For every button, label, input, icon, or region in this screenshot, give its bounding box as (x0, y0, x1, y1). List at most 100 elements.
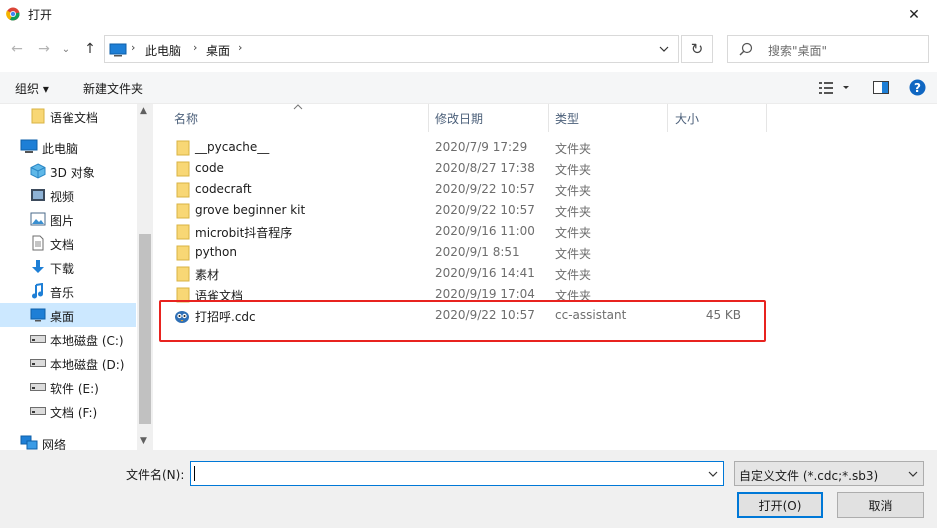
file-type-select[interactable]: 自定义文件 (*.cdc;*.sb3) (734, 461, 924, 486)
file-type: 文件夹 (555, 184, 592, 198)
file-date: 2020/9/22 10:57 (435, 308, 535, 322)
file-name: __pycache__ (195, 140, 270, 154)
scroll-up-icon[interactable]: ▲ (140, 106, 147, 116)
column-header-name[interactable]: 名称 (174, 104, 198, 132)
recent-locations-button[interactable]: ⌄ (59, 39, 73, 59)
sidebar-item-downloads[interactable]: 下载 (0, 255, 136, 279)
up-button[interactable]: ↑ (81, 39, 99, 59)
chevron-down-icon[interactable] (707, 467, 719, 481)
drive-icon (30, 407, 46, 415)
sidebar-item-drive-d[interactable]: 本地磁盘 (D:) (0, 351, 136, 375)
filename-input[interactable] (190, 461, 724, 486)
file-row[interactable]: 素材 2020/9/16 14:41 文件夹 (156, 263, 937, 284)
sidebar-item-network[interactable]: 网络 (0, 431, 136, 450)
sidebar-item-label: 本地磁盘 (C:) (50, 334, 124, 348)
column-header-date[interactable]: 修改日期 (435, 104, 483, 132)
refresh-button[interactable]: ↻ (681, 35, 713, 63)
sidebar-item-drive-c[interactable]: 本地磁盘 (C:) (0, 327, 136, 351)
column-header-type[interactable]: 类型 (555, 104, 579, 132)
file-date: 2020/7/9 17:29 (435, 140, 528, 154)
sidebar-scrollbar[interactable]: ▲ ▼ (137, 104, 153, 450)
drive-icon (30, 359, 46, 367)
sidebar-item-music[interactable]: 音乐 (0, 279, 136, 303)
file-type-value: 自定义文件 (*.cdc;*.sb3) (739, 469, 879, 483)
sidebar-item-label: 网络 (42, 438, 67, 450)
help-icon[interactable]: ? (909, 79, 926, 96)
computer-icon (109, 43, 127, 57)
file-type: 文件夹 (555, 142, 592, 156)
sidebar-item-label: 桌面 (50, 310, 75, 324)
file-row[interactable]: __pycache__ 2020/7/9 17:29 文件夹 (156, 137, 937, 158)
file-row[interactable]: code 2020/8/27 17:38 文件夹 (156, 158, 937, 179)
sidebar-item-desktop[interactable]: 桌面 (0, 303, 136, 327)
breadcrumb-separator: › (193, 41, 198, 54)
picture-icon (30, 212, 46, 226)
sidebar-item-label: 3D 对象 (50, 166, 95, 180)
folder-icon (176, 182, 190, 198)
scroll-down-icon[interactable]: ▼ (140, 436, 147, 446)
organize-button[interactable]: 组织 ▾ (15, 80, 49, 97)
music-icon (32, 283, 43, 299)
file-row[interactable]: microbit抖音程序 2020/9/16 11:00 文件夹 (156, 221, 937, 242)
navigation-pane: 语雀文档 此电脑 3D 对象 视频 图片 文档 下载 音乐 桌面 本地磁盘 (C… (0, 104, 153, 450)
new-folder-button[interactable]: 新建文件夹 (83, 80, 143, 97)
column-divider[interactable] (667, 104, 668, 132)
file-size: 45 KB (705, 308, 741, 322)
back-button[interactable]: ← (8, 39, 26, 59)
sidebar-item-documents[interactable]: 文档 (0, 231, 136, 255)
file-name: 素材 (195, 268, 220, 282)
file-date: 2020/9/22 10:57 (435, 182, 535, 196)
folder-icon (176, 140, 190, 156)
folder-icon (31, 108, 45, 124)
file-date: 2020/9/19 17:04 (435, 287, 535, 301)
sidebar-item-drive-f[interactable]: 文档 (F:) (0, 399, 136, 423)
view-options-icon[interactable] (819, 82, 849, 94)
text-caret (194, 466, 195, 481)
forward-button[interactable]: → (35, 39, 53, 59)
breadcrumb-desktop[interactable]: 桌面 (206, 42, 230, 59)
column-header-size[interactable]: 大小 (675, 104, 699, 132)
scrollbar-thumb[interactable] (139, 234, 151, 424)
chevron-down-icon: ⌄ (61, 43, 71, 55)
breadcrumb-this-pc[interactable]: 此电脑 (145, 42, 181, 59)
sidebar-item-yuque-docs[interactable]: 语雀文档 (0, 104, 136, 128)
file-name: 语雀文档 (195, 289, 244, 303)
cdc-file-icon (175, 311, 189, 323)
file-date: 2020/8/27 17:38 (435, 161, 535, 175)
file-row[interactable]: grove beginner kit 2020/9/22 10:57 文件夹 (156, 200, 937, 221)
file-row[interactable]: codecraft 2020/9/22 10:57 文件夹 (156, 179, 937, 200)
chevron-down-icon[interactable] (658, 42, 670, 56)
sidebar-item-3d-objects[interactable]: 3D 对象 (0, 159, 136, 183)
sidebar-item-label: 软件 (E:) (50, 382, 99, 396)
sidebar-item-videos[interactable]: 视频 (0, 183, 136, 207)
column-divider[interactable] (766, 104, 767, 132)
cancel-button[interactable]: 取消 (837, 492, 924, 518)
preview-pane-icon[interactable] (873, 81, 889, 94)
column-divider[interactable] (548, 104, 549, 132)
file-row[interactable]: 打招呼.cdc 2020/9/22 10:57 cc-assistant 45 … (156, 305, 937, 326)
column-divider[interactable] (428, 104, 429, 132)
computer-icon (20, 139, 38, 153)
search-box[interactable]: 搜索"桌面" (727, 35, 929, 63)
filename-label: 文件名(N): (126, 468, 185, 482)
address-bar[interactable]: › 此电脑 › 桌面 › (104, 35, 679, 63)
file-row[interactable]: python 2020/9/1 8:51 文件夹 (156, 242, 937, 263)
file-name: code (195, 161, 224, 175)
chevron-down-icon (908, 471, 918, 477)
close-button[interactable]: ✕ (891, 0, 937, 29)
svg-text:?: ? (914, 81, 921, 95)
sidebar-item-pictures[interactable]: 图片 (0, 207, 136, 231)
sidebar-item-label: 语雀文档 (50, 111, 99, 125)
sidebar-item-drive-e[interactable]: 软件 (E:) (0, 375, 136, 399)
folder-icon (176, 203, 190, 219)
file-row[interactable]: 语雀文档 2020/9/19 17:04 文件夹 (156, 284, 937, 305)
sidebar-item-this-pc[interactable]: 此电脑 (0, 135, 136, 159)
file-type: 文件夹 (555, 268, 592, 282)
sidebar-item-label: 此电脑 (42, 142, 79, 156)
command-bar: 组织 ▾ 新建文件夹 ? (0, 72, 937, 104)
file-name: 打招呼.cdc (195, 310, 256, 324)
folder-icon (176, 161, 190, 177)
open-button[interactable]: 打开(O) (737, 492, 823, 518)
folder-icon (176, 224, 190, 240)
refresh-icon: ↻ (690, 40, 704, 58)
